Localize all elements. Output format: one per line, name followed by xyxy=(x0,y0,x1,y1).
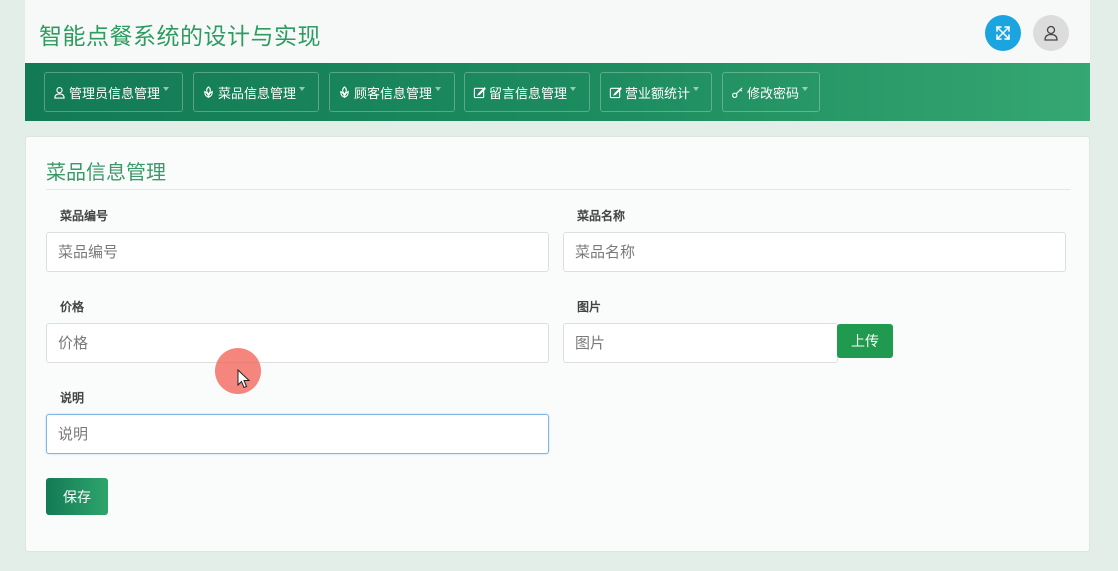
caret-down-icon xyxy=(435,87,442,91)
fullscreen-button[interactable] xyxy=(985,15,1021,51)
user-menu-button[interactable] xyxy=(1033,15,1069,51)
price-label: 价格 xyxy=(60,300,85,314)
dish-name-label: 菜品名称 xyxy=(577,209,626,223)
nav-label: 管理员信息管理 xyxy=(69,86,161,102)
app-page: 智能点餐系统的设计与实现 管理员信息管理 菜品信息管理 顾客信息管理 留言信息管… xyxy=(25,0,1090,571)
nav-admin-info[interactable]: 管理员信息管理 xyxy=(44,72,183,112)
user-icon xyxy=(52,85,66,99)
caret-down-icon xyxy=(163,87,170,91)
nav-label: 营业额统计 xyxy=(625,86,691,102)
price-input[interactable] xyxy=(46,323,549,363)
leaf-icon xyxy=(337,85,351,99)
title-divider xyxy=(46,189,1071,190)
nav-label: 修改密码 xyxy=(747,86,800,102)
nav-label: 菜品信息管理 xyxy=(218,86,297,102)
mouse-cursor-icon xyxy=(237,369,251,389)
upload-button[interactable]: 上传 xyxy=(837,324,893,358)
user-icon xyxy=(1044,25,1058,41)
caret-down-icon xyxy=(570,87,577,91)
nav-message-info[interactable]: 留言信息管理 xyxy=(464,72,590,112)
fullscreen-icon xyxy=(996,26,1010,40)
description-label: 说明 xyxy=(60,391,85,405)
edit-icon xyxy=(472,85,486,99)
nav-label: 顾客信息管理 xyxy=(354,86,433,102)
nav-customer-info[interactable]: 顾客信息管理 xyxy=(329,72,455,112)
nav-revenue-stats[interactable]: 营业额统计 xyxy=(600,72,712,112)
top-header: 智能点餐系统的设计与实现 xyxy=(25,0,1090,63)
leaf-icon xyxy=(201,85,215,99)
nav-label: 留言信息管理 xyxy=(489,86,568,102)
image-label: 图片 xyxy=(577,300,602,314)
dish-id-label: 菜品编号 xyxy=(60,209,109,223)
dish-form-card: 菜品信息管理 菜品编号 菜品名称 价格 图片 上传 说明 保存 xyxy=(25,136,1090,552)
form-title: 菜品信息管理 xyxy=(46,160,166,184)
dish-name-input[interactable] xyxy=(563,232,1066,272)
key-icon xyxy=(730,85,744,99)
caret-down-icon xyxy=(299,87,306,91)
caret-down-icon xyxy=(802,87,809,91)
edit-icon xyxy=(608,85,622,99)
caret-down-icon xyxy=(693,87,700,91)
description-input[interactable] xyxy=(46,414,549,454)
nav-dish-info[interactable]: 菜品信息管理 xyxy=(193,72,319,112)
nav-change-password[interactable]: 修改密码 xyxy=(722,72,820,112)
image-input[interactable] xyxy=(563,323,838,363)
main-navbar: 管理员信息管理 菜品信息管理 顾客信息管理 留言信息管理 营业额统计 修改密码 xyxy=(25,63,1090,121)
app-title: 智能点餐系统的设计与实现 xyxy=(39,24,321,50)
save-button[interactable]: 保存 xyxy=(46,478,108,515)
dish-id-input[interactable] xyxy=(46,232,549,272)
